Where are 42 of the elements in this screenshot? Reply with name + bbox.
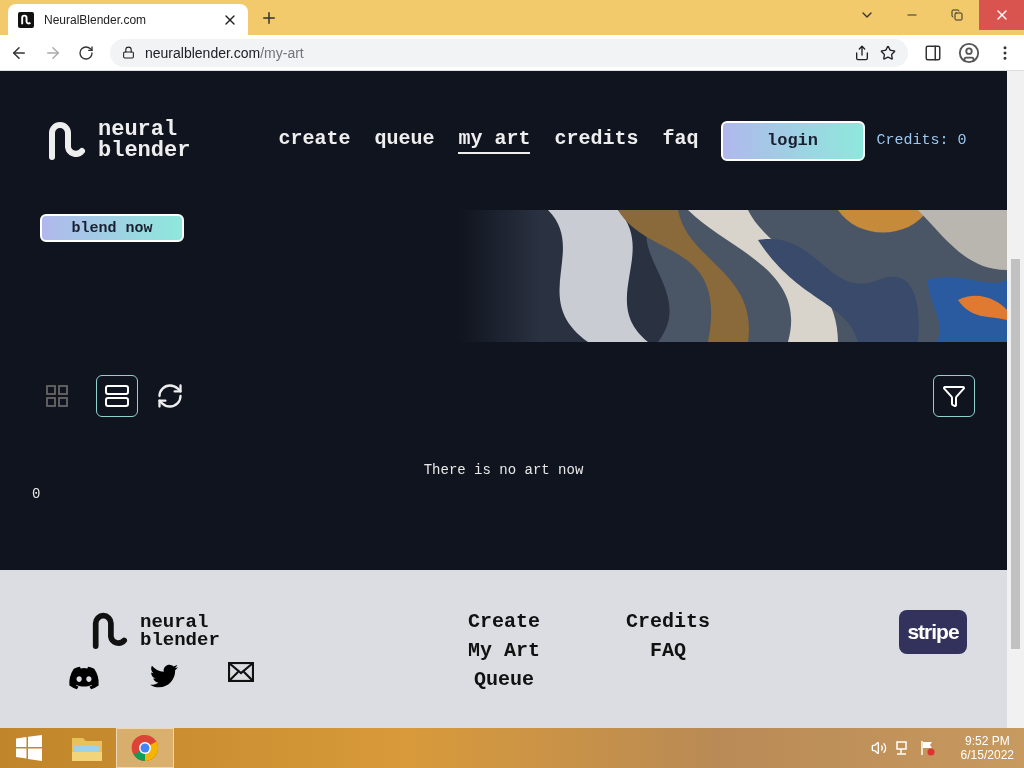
nav-link[interactable]: credits bbox=[554, 127, 639, 154]
scrollbar-thumb[interactable] bbox=[1011, 259, 1020, 649]
reload-icon[interactable] bbox=[78, 44, 94, 61]
mail-icon[interactable] bbox=[228, 661, 254, 682]
filter-icon bbox=[942, 384, 966, 408]
profile-icon[interactable] bbox=[958, 41, 980, 64]
footer-link[interactable]: Credits bbox=[626, 610, 711, 633]
list-icon bbox=[104, 384, 130, 408]
login-button[interactable]: login bbox=[720, 120, 865, 161]
refresh-icon[interactable] bbox=[156, 382, 184, 410]
logo-icon bbox=[90, 610, 128, 652]
share-icon[interactable] bbox=[854, 44, 870, 61]
stripe-badge: stripe bbox=[899, 610, 967, 654]
browser-tab[interactable]: NeuralBlender.com bbox=[8, 4, 248, 35]
footer-link[interactable]: My Art bbox=[468, 639, 540, 662]
chrome-icon[interactable] bbox=[131, 734, 159, 762]
footer-link[interactable]: FAQ bbox=[650, 639, 687, 662]
flag-icon[interactable] bbox=[918, 740, 935, 756]
blend-now-button[interactable]: blend now bbox=[40, 214, 184, 242]
view-toggle[interactable] bbox=[96, 375, 138, 417]
side-panel-icon[interactable] bbox=[924, 43, 942, 62]
empty-message: There is no art now bbox=[422, 462, 585, 478]
volume-icon[interactable] bbox=[870, 740, 887, 756]
filter-button[interactable] bbox=[933, 375, 975, 417]
address-bar[interactable]: neuralblender.com/my-art bbox=[110, 38, 908, 67]
logo-text: neural blender bbox=[98, 119, 191, 162]
art-count: 0 bbox=[31, 486, 42, 502]
footer-link[interactable]: Queue bbox=[474, 668, 534, 691]
lock-icon bbox=[122, 46, 135, 59]
footer-link[interactable]: Create bbox=[468, 610, 540, 633]
bookmark-icon[interactable] bbox=[880, 44, 896, 61]
favicon-icon bbox=[18, 11, 34, 28]
nav-link[interactable]: create bbox=[278, 127, 351, 154]
grid-icon bbox=[45, 384, 69, 408]
nav-link[interactable]: queue bbox=[374, 127, 435, 154]
nav-link[interactable]: faq bbox=[662, 127, 699, 154]
nav-link[interactable]: my art bbox=[458, 127, 531, 154]
url-text: neuralblender.com/my-art bbox=[145, 44, 304, 61]
logo-text: neural blender bbox=[140, 612, 220, 649]
windows-icon[interactable] bbox=[16, 735, 42, 761]
restore-icon[interactable] bbox=[950, 9, 963, 21]
credits-balance: Credits: 0 bbox=[876, 132, 967, 149]
